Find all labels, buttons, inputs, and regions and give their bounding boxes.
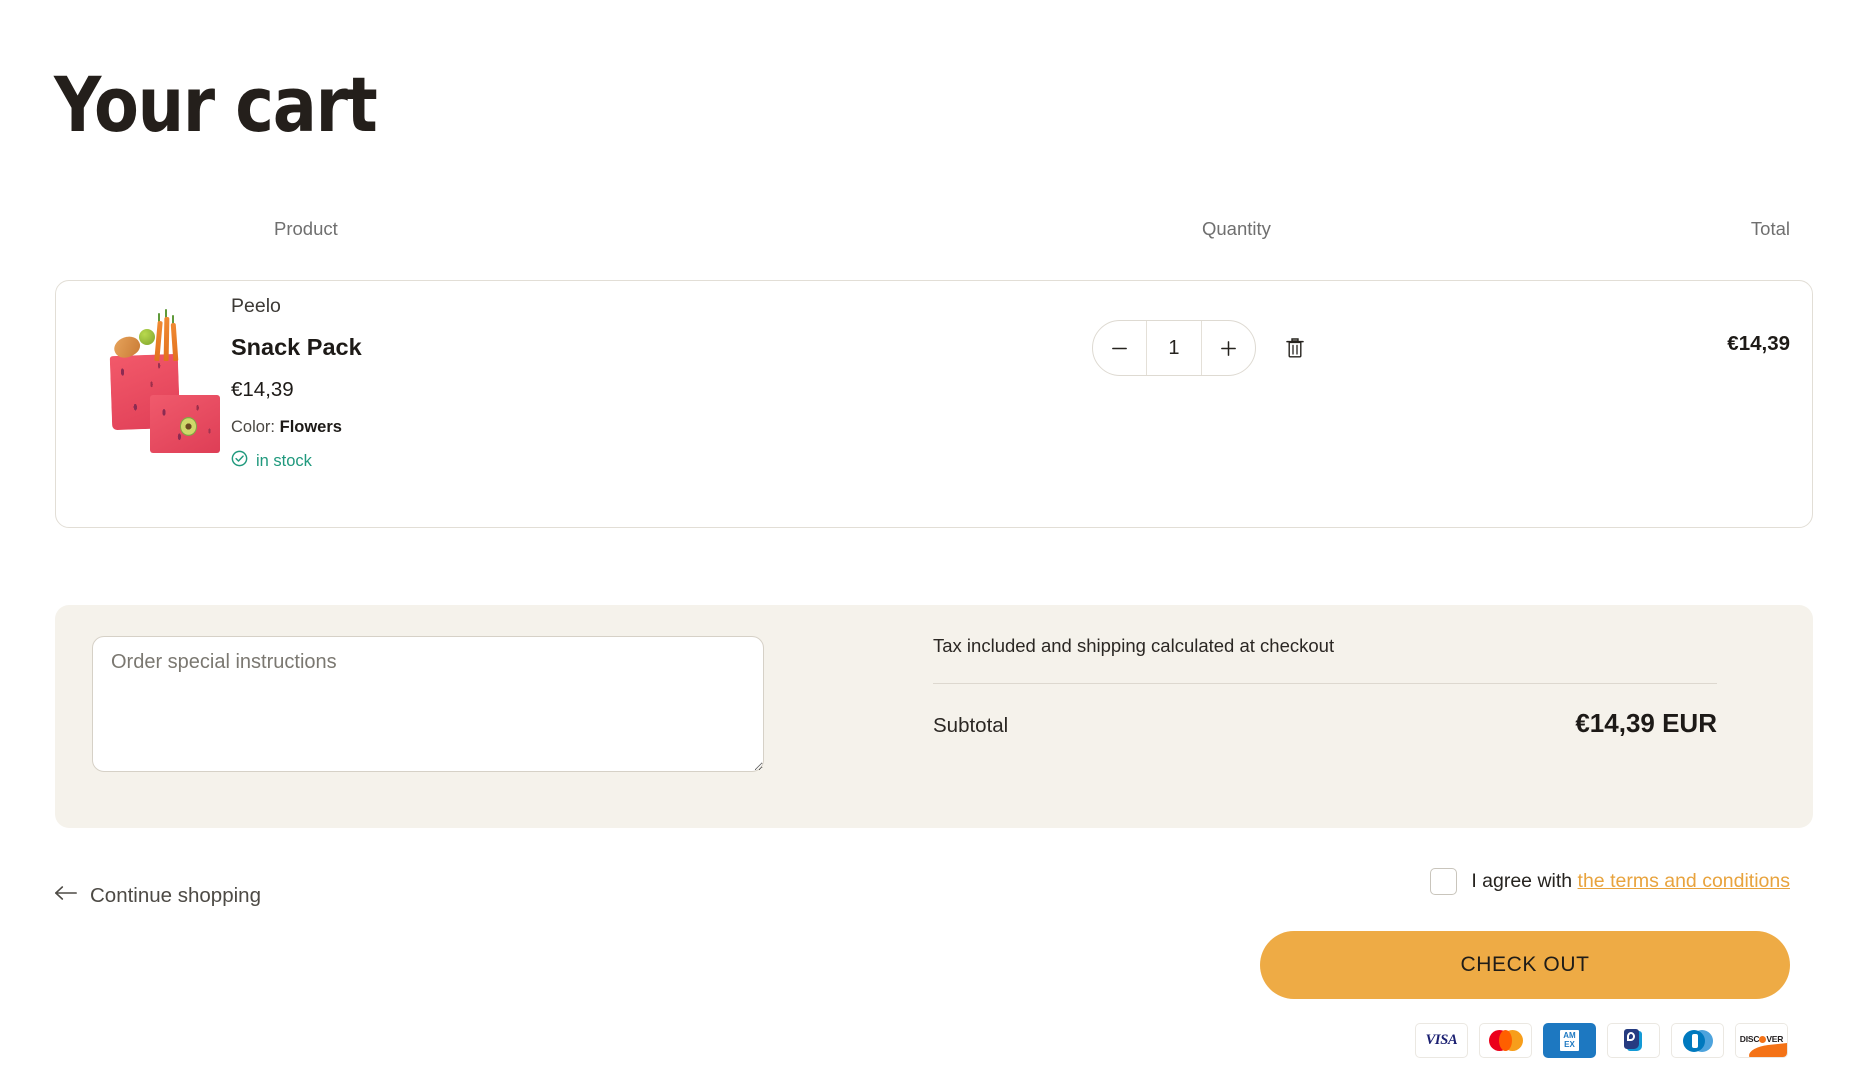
cart-summary-panel: Tax included and shipping calculated at … [55, 605, 1813, 828]
cart-table-header: Product Quantity Total [0, 218, 1852, 246]
continue-shopping-label: Continue shopping [90, 884, 261, 907]
arrow-left-icon [54, 884, 78, 908]
cart-page: Your cart Product Quantity Total Peelo S… [0, 0, 1852, 1079]
variant-label: Color: [231, 418, 276, 436]
tax-shipping-note: Tax included and shipping calculated at … [933, 635, 1335, 656]
subtotal-row: Subtotal €14,39 EUR [933, 708, 1717, 739]
increase-quantity-button[interactable] [1202, 321, 1255, 375]
trash-icon [1286, 338, 1304, 358]
page-title: Your cart [54, 59, 378, 149]
column-header-product: Product [274, 218, 338, 239]
subtotal-value: €14,39 EUR [1575, 708, 1717, 738]
product-variant: Color: Flowers [231, 418, 362, 437]
terms-and-conditions-link[interactable]: the terms and conditions [1578, 870, 1790, 892]
plus-icon [1220, 340, 1236, 356]
order-instructions-input[interactable] [92, 636, 764, 772]
cart-line-item: Peelo Snack Pack €14,39 Color: Flowers i… [55, 280, 1813, 528]
payment-methods: VISA AM EX DISC VER [1415, 1023, 1788, 1058]
stock-status: in stock [231, 450, 362, 472]
product-name[interactable]: Snack Pack [231, 334, 362, 361]
terms-agreement-row: I agree with the terms and conditions [1430, 868, 1790, 895]
line-item-total: €14,39 [1727, 332, 1790, 355]
lime-illustration [139, 329, 155, 345]
mastercard-icon [1479, 1023, 1532, 1058]
paypal-icon [1607, 1023, 1660, 1058]
summary-divider [933, 683, 1717, 684]
avocado-illustration [180, 417, 197, 436]
discover-icon: DISC VER [1735, 1023, 1788, 1058]
product-details: Peelo Snack Pack €14,39 Color: Flowers i… [231, 295, 362, 472]
decrease-quantity-button[interactable] [1093, 321, 1146, 375]
terms-text: I agree with the terms and conditions [1471, 870, 1790, 893]
visa-icon: VISA [1415, 1023, 1468, 1058]
visa-label: VISA [1425, 1032, 1458, 1048]
carrot-illustration [163, 316, 170, 362]
minus-icon [1112, 347, 1128, 349]
quantity-value[interactable]: 1 [1146, 321, 1202, 375]
column-header-quantity: Quantity [1202, 218, 1271, 239]
checkout-button[interactable]: CHECK OUT [1260, 931, 1790, 999]
remove-item-button[interactable] [1280, 333, 1310, 363]
terms-checkbox[interactable] [1430, 868, 1458, 895]
amex-icon: AM EX [1543, 1023, 1596, 1058]
stock-status-label: in stock [256, 451, 312, 470]
terms-prefix-label: I agree with [1471, 870, 1573, 892]
quantity-controls: 1 [1092, 320, 1310, 376]
subtotal-label: Subtotal [933, 714, 1009, 737]
check-circle-icon [231, 450, 248, 472]
quantity-stepper: 1 [1092, 320, 1256, 376]
product-image[interactable] [106, 307, 226, 453]
product-price: €14,39 [231, 378, 294, 401]
diners-club-icon [1671, 1023, 1724, 1058]
totals-block: Tax included and shipping calculated at … [933, 635, 1719, 739]
column-header-total: Total [1750, 218, 1790, 239]
product-vendor: Peelo [231, 295, 281, 317]
variant-value: Flowers [279, 418, 342, 436]
continue-shopping-link[interactable]: Continue shopping [54, 884, 261, 908]
amex-label: AM EX [1560, 1030, 1579, 1051]
